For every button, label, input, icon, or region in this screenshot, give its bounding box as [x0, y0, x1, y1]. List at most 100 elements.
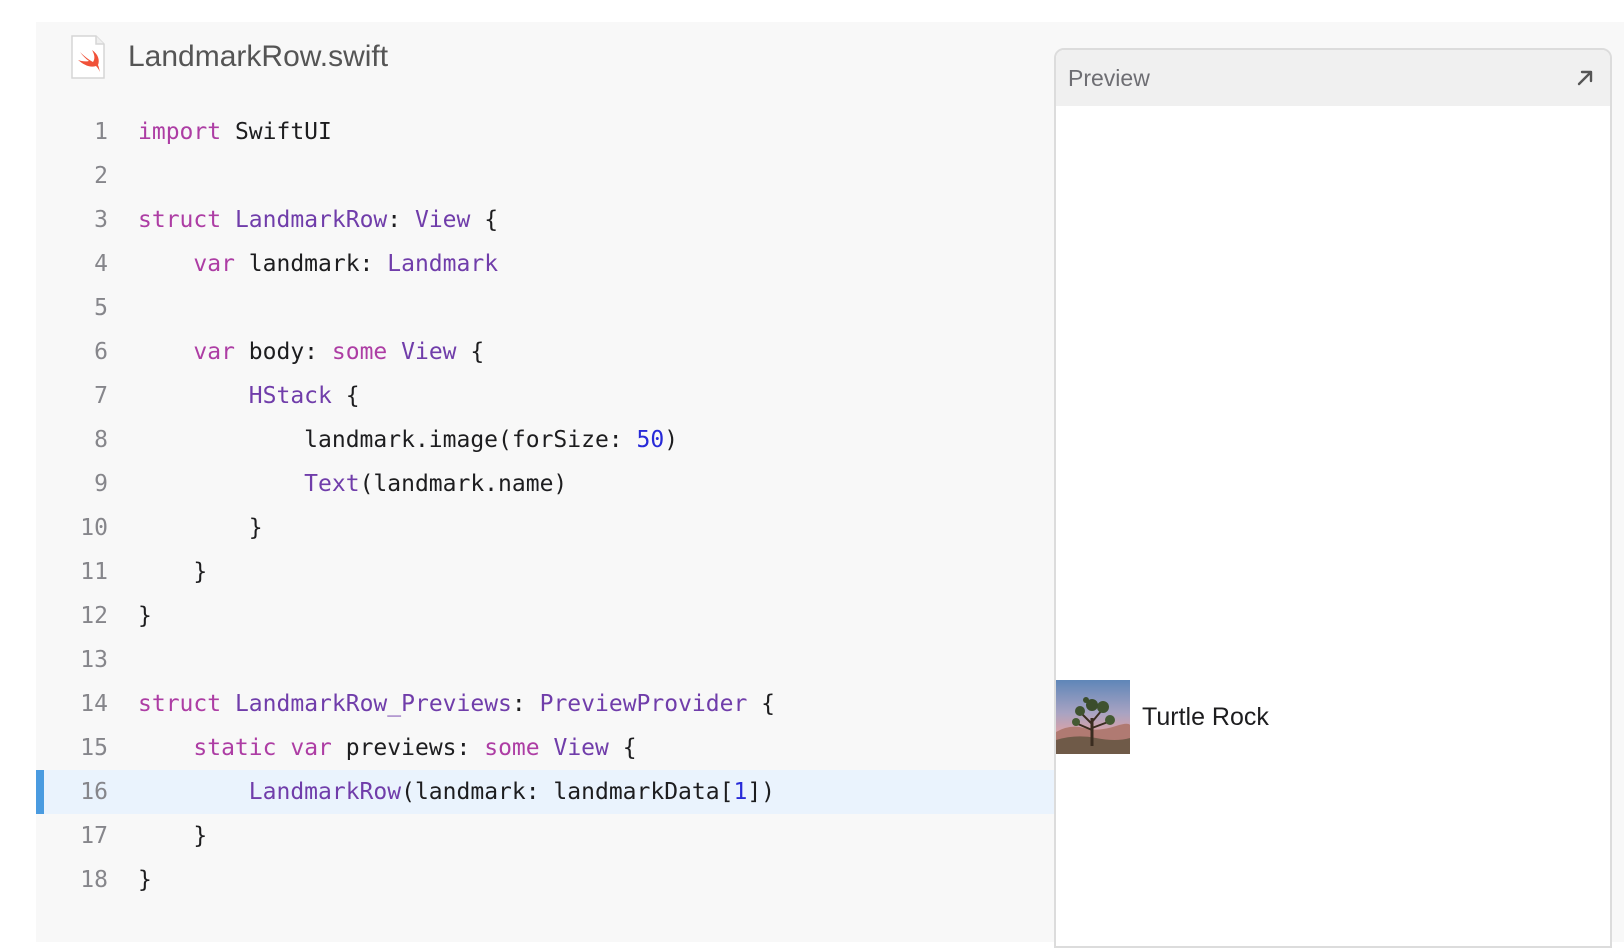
- code-token: Landmark: [387, 251, 499, 277]
- code-line[interactable]: 11 }: [36, 550, 1056, 594]
- code-token: (landmark.name): [359, 471, 568, 497]
- landmark-thumbnail: [1056, 680, 1130, 754]
- code-token: var: [193, 339, 235, 365]
- code-line[interactable]: 9 Text (landmark.name): [36, 462, 1056, 506]
- code-editor[interactable]: 1 import SwiftUI 2 3 struct LandmarkRow: Vie…: [36, 110, 1056, 902]
- code-token: 50: [636, 427, 665, 453]
- code-line[interactable]: 4 var landmark: Landmark: [36, 242, 1056, 286]
- swift-file-icon: [70, 34, 106, 80]
- code-token: View: [401, 339, 457, 365]
- code-token: LandmarkRow_Previews: [234, 691, 512, 717]
- code-line[interactable]: 7 HStack {: [36, 374, 1056, 418]
- line-text: landmark.image(forSize: 50): [138, 427, 678, 453]
- line-number: 1: [94, 119, 108, 145]
- line-text: Text (landmark.name): [138, 471, 567, 497]
- preview-pane: Preview Turtle Rock: [1054, 48, 1612, 948]
- code-token: LandmarkRow: [234, 207, 388, 233]
- code-token: var: [290, 735, 332, 761]
- code-token: }: [138, 823, 208, 849]
- preview-header: Preview: [1056, 50, 1610, 106]
- line-number: 12: [80, 603, 108, 629]
- code-line[interactable]: 17 }: [36, 814, 1056, 858]
- code-token: :: [387, 207, 415, 233]
- line-text: LandmarkRow (landmark: landmarkData[1]): [138, 779, 775, 805]
- code-line[interactable]: 14 struct LandmarkRow_Previews: PreviewPr…: [36, 682, 1056, 726]
- file-name: LandmarkRow.swift: [128, 40, 389, 73]
- line-text: }: [138, 823, 207, 849]
- code-token: {: [456, 339, 485, 365]
- line-number: 16: [80, 779, 108, 805]
- code-line[interactable]: 10 }: [36, 506, 1056, 550]
- code-token: }: [138, 603, 152, 629]
- code-token: body:: [234, 339, 332, 365]
- code-line[interactable]: 13: [36, 638, 1056, 682]
- line-text: static var previews: some View {: [138, 735, 636, 761]
- line-number: 10: [80, 515, 108, 541]
- code-token: }: [138, 515, 263, 541]
- code-line[interactable]: 5: [36, 286, 1056, 330]
- code-token: ]): [747, 779, 776, 805]
- line-text: HStack {: [138, 383, 360, 409]
- code-token: {: [747, 691, 776, 717]
- code-token: ): [664, 427, 679, 453]
- line-text: var landmark: Landmark: [138, 251, 498, 277]
- line-text: }: [138, 559, 207, 585]
- code-line[interactable]: 12}: [36, 594, 1056, 638]
- code-line[interactable]: 2: [36, 154, 1056, 198]
- code-token: (landmark: landmarkData[: [401, 779, 734, 805]
- code-token: }: [138, 559, 208, 585]
- code-token: :: [511, 691, 540, 717]
- code-token: View: [414, 207, 471, 233]
- expand-arrow-icon[interactable]: [1574, 67, 1596, 89]
- line-number: 13: [80, 647, 108, 673]
- code-token: View: [553, 735, 609, 761]
- landmark-row: Turtle Rock: [1056, 680, 1269, 754]
- code-token: HStack: [248, 383, 332, 409]
- preview-title: Preview: [1068, 64, 1150, 91]
- line-number: 11: [80, 559, 108, 585]
- code-line[interactable]: 8 landmark.image(forSize: 50): [36, 418, 1056, 462]
- file-header: LandmarkRow.swift: [70, 32, 388, 82]
- line-text: }: [138, 515, 263, 541]
- code-token: SwiftUI: [221, 119, 332, 145]
- line-number: 18: [80, 867, 108, 893]
- line-text: }: [138, 867, 152, 893]
- code-line[interactable]: 1 import SwiftUI: [36, 110, 1056, 154]
- line-number: 3: [94, 207, 108, 233]
- line-text: struct LandmarkRow_Previews: PreviewProv…: [138, 691, 775, 717]
- code-line[interactable]: 18}: [36, 858, 1056, 902]
- code-token: struct: [138, 691, 222, 717]
- code-token: some: [331, 339, 388, 365]
- line-text: import SwiftUI: [138, 119, 332, 145]
- line-number: 5: [94, 295, 108, 321]
- line-text: struct LandmarkRow: View {: [138, 207, 498, 233]
- code-token: var: [193, 251, 235, 277]
- code-token: import: [138, 119, 222, 145]
- code-line[interactable]: 6 var body: some View {: [36, 330, 1056, 374]
- code-token: landmark.image(forSize:: [138, 427, 637, 453]
- line-number: 4: [94, 251, 108, 277]
- line-number: 17: [80, 823, 108, 849]
- code-line[interactable]: 15 static var previews: some View {: [36, 726, 1056, 770]
- line-number: 8: [94, 427, 108, 453]
- line-number: 2: [94, 163, 108, 189]
- code-token: }: [138, 867, 152, 893]
- code-token: some: [484, 735, 540, 761]
- code-token: 1: [733, 779, 748, 805]
- code-token: {: [331, 383, 360, 409]
- code-line[interactable]: 3 struct LandmarkRow: View {: [36, 198, 1056, 242]
- code-token: LandmarkRow: [248, 779, 402, 805]
- code-token: {: [470, 207, 499, 233]
- code-token: struct: [138, 207, 222, 233]
- landmark-name: Turtle Rock: [1142, 702, 1269, 731]
- code-line[interactable]: 16 LandmarkRow (landmark: landmarkData[1]…: [36, 770, 1056, 814]
